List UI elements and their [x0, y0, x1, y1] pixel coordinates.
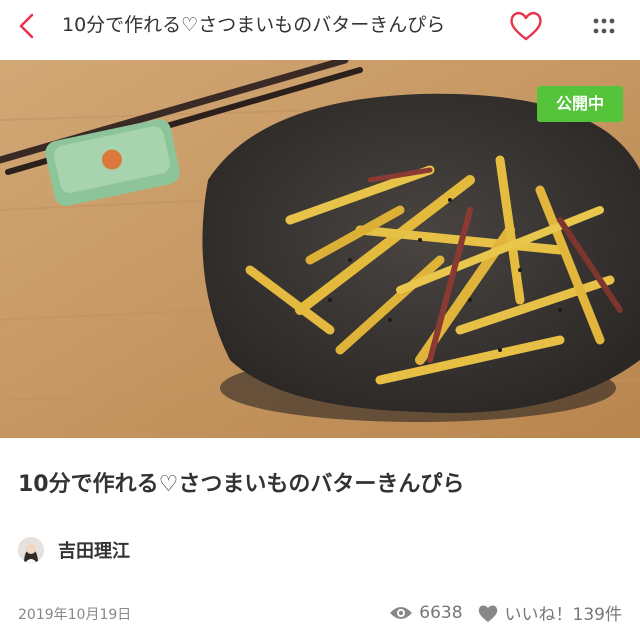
author-link[interactable]: 吉田理江: [18, 536, 130, 564]
heart-icon: [478, 604, 497, 622]
author-name: 吉田理江: [58, 541, 130, 562]
heart-outline-icon: [510, 11, 542, 41]
vertical-dots-icon: [593, 18, 615, 34]
recipe-stats: 6638 いいね！139件: [389, 600, 622, 625]
publish-date: 2019年10月19日: [18, 607, 132, 623]
favorite-button[interactable]: [508, 8, 544, 44]
chevron-left-icon: [19, 13, 34, 39]
recipe-title: 10分で作れる♡さつまいものバターきんぴら: [18, 472, 465, 497]
view-count: 6638: [419, 602, 463, 623]
back-button[interactable]: [12, 10, 44, 42]
eye-icon: [390, 606, 413, 619]
status-badge: 公開中: [537, 86, 623, 122]
top-bar: 10分で作れる♡さつまいものバターきんぴら: [0, 0, 640, 52]
like-button[interactable]: いいね！139件: [477, 600, 622, 625]
like-count: いいね！139件: [504, 605, 622, 625]
page-title: 10分で作れる♡さつまいものバターきんぴら: [62, 14, 446, 36]
avatar-photo: [18, 537, 44, 563]
more-options-button[interactable]: [586, 12, 622, 40]
avatar: [18, 537, 44, 563]
